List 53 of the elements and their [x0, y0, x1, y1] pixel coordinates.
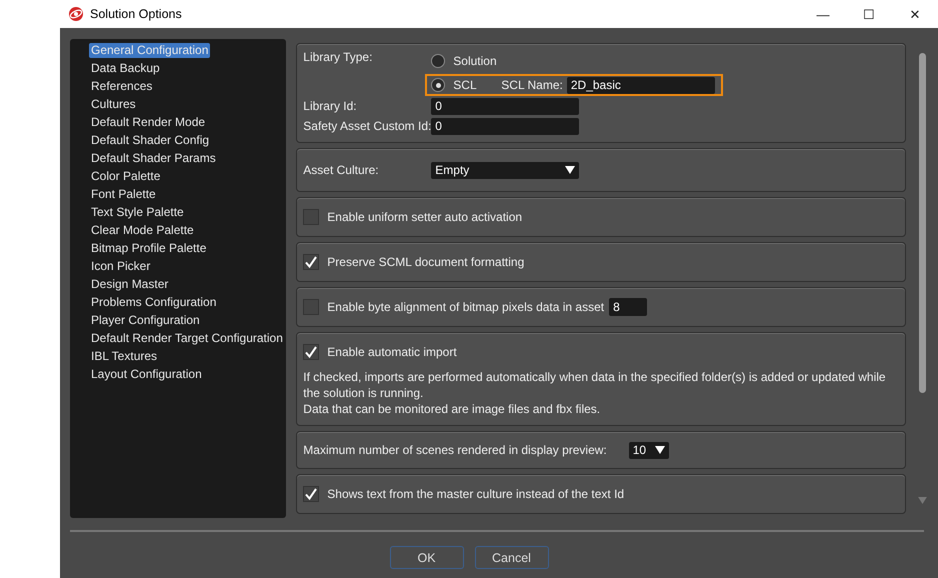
sidebar-item[interactable]: References — [89, 78, 154, 94]
sidebar-item[interactable]: Clear Mode Palette — [89, 222, 196, 238]
ok-button[interactable]: OK — [390, 546, 464, 569]
input-field[interactable]: 0 — [431, 118, 580, 134]
checkbox[interactable] — [303, 254, 320, 270]
sidebar-item[interactable]: Layout Configuration — [89, 366, 204, 382]
sidebar-item[interactable]: Text Style Palette — [89, 204, 186, 220]
sidebar-item[interactable]: Cultures — [89, 96, 138, 112]
radio-button[interactable] — [431, 78, 446, 92]
sidebar-item[interactable]: Player Configuration — [89, 312, 202, 328]
sidebar-item[interactable]: Data Backup — [89, 60, 162, 76]
sidebar-item[interactable]: General Configuration — [89, 42, 210, 58]
checkbox-label: Preserve SCML document formatting — [327, 254, 524, 270]
input-field[interactable]: 2D_basic — [566, 76, 715, 94]
checkbox-label: Enable automatic import — [327, 344, 457, 360]
window-title: Solution Options — [90, 6, 182, 22]
checkbox[interactable] — [303, 486, 320, 502]
sidebar-item[interactable]: Problems Configuration — [89, 294, 218, 310]
checkbox[interactable] — [303, 344, 320, 360]
sidebar-item[interactable]: Color Palette — [89, 168, 162, 184]
field-label: SCL Name: — [501, 78, 563, 92]
caret-icon — [654, 446, 665, 454]
help-text: If checked, imports are performed automatically when data in the specified folder(s) is added or updated while the solution is running. — [303, 369, 887, 401]
sidebar-item[interactable]: Icon Picker — [89, 258, 152, 274]
help-text: Data that can be monitored are image files and fbx files. — [303, 401, 602, 417]
sidebar-item[interactable]: Font Palette — [89, 186, 158, 202]
sidebar-item[interactable]: Default Shader Config — [89, 132, 212, 148]
field-label: Asset Culture: — [303, 162, 380, 178]
sidebar-item[interactable]: Default Render Target Configuration — [89, 330, 285, 346]
radio-label: SCL — [453, 78, 478, 92]
sidebar-item[interactable]: Bitmap Profile Palette — [89, 240, 208, 256]
checkbox-label: Enable uniform setter auto activation — [327, 210, 522, 224]
input-field[interactable]: 0 — [431, 98, 580, 114]
sidebar-item[interactable]: Default Shader Params — [89, 150, 218, 166]
field-label: Library Id: — [303, 98, 358, 114]
dropdown[interactable]: 10 — [628, 442, 669, 458]
input-field[interactable]: 8 — [609, 298, 648, 316]
field-label: Maximum number of scenes rendered in display preview: — [303, 442, 607, 458]
checkbox[interactable] — [303, 299, 320, 315]
radio-label: Solution — [453, 54, 494, 68]
sidebar-item[interactable]: Default Render Mode — [89, 114, 208, 130]
checkbox-label: Shows text from the master culture instead of the text Id — [327, 486, 624, 502]
sidebar-item[interactable]: IBL Textures — [89, 348, 160, 364]
cancel-button[interactable]: Cancel — [474, 546, 548, 569]
app-logo-icon — [68, 6, 84, 22]
field-label: Safety Asset Custom Id: — [303, 118, 432, 134]
sidebar-item[interactable]: Design Master — [89, 276, 170, 292]
checkbox-label: Enable byte alignment of bitmap pixels data in asset — [327, 300, 604, 314]
field-label: Library Type: — [303, 50, 374, 66]
checkbox[interactable] — [303, 209, 320, 225]
radio-button[interactable] — [431, 54, 446, 68]
dropdown[interactable]: Empty — [431, 162, 580, 178]
caret-icon — [565, 166, 576, 174]
